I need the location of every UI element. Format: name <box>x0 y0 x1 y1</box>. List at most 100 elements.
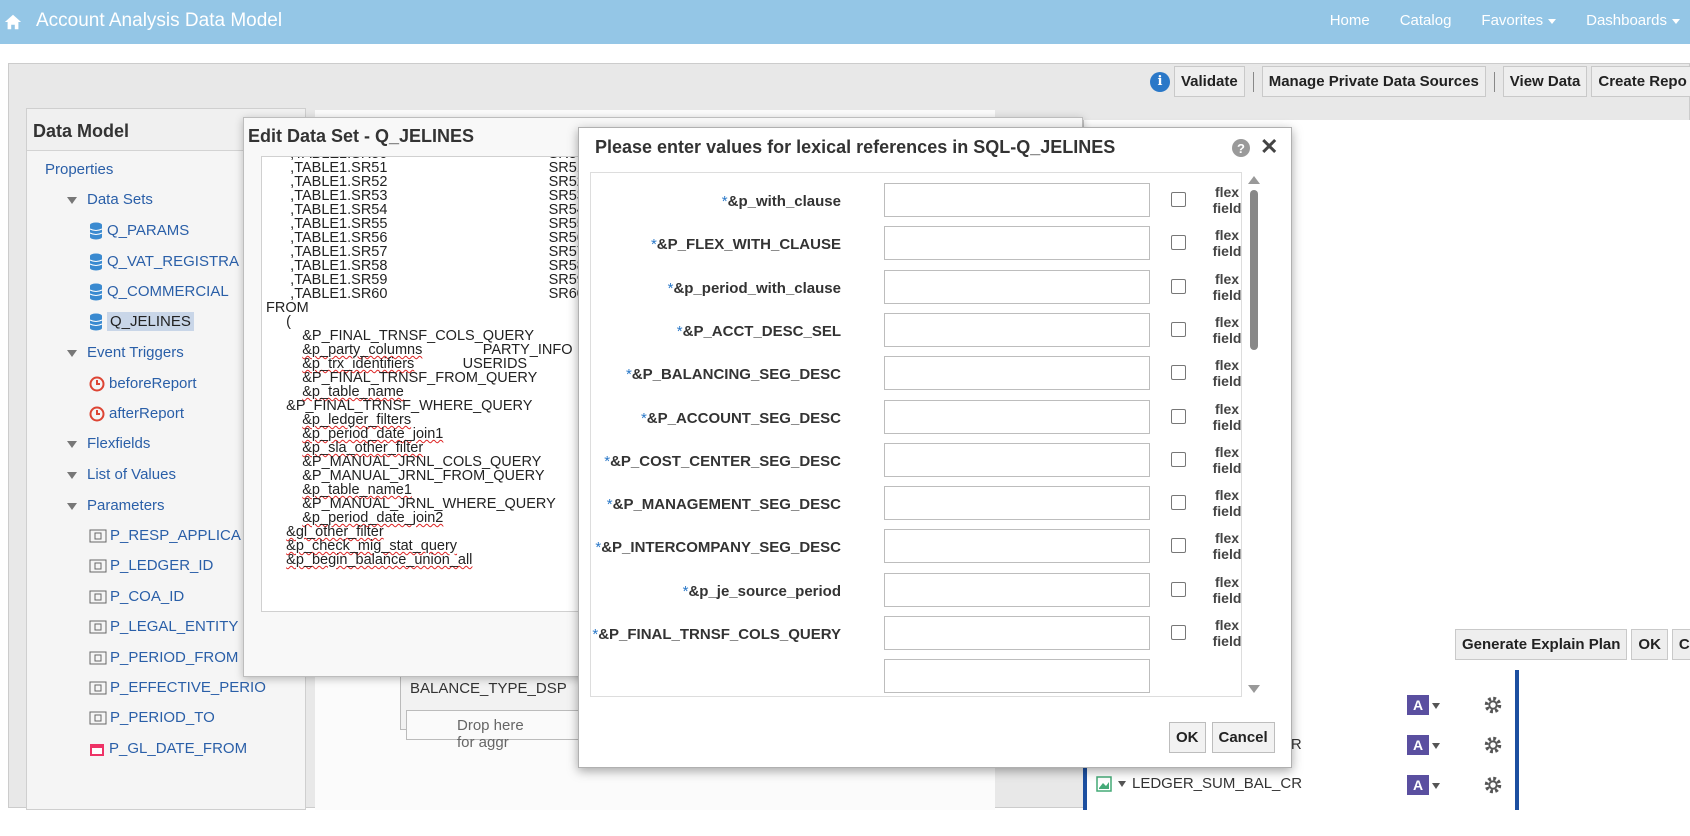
tree-parameter-item[interactable]: P_GL_DATE_FROM <box>89 740 247 757</box>
validate-button[interactable]: Validate <box>1174 66 1245 97</box>
flex-field-label: flex field <box>1212 357 1242 390</box>
lexical-value-input[interactable] <box>884 572 1150 607</box>
dataset-label: Q_COMMERCIAL <box>107 283 229 300</box>
tree-event-triggers[interactable]: Event Triggers <box>67 344 184 361</box>
generate-explain-plan-button[interactable]: Generate Explain Plan <box>1455 629 1628 660</box>
flex-field-checkbox[interactable] <box>1171 625 1186 640</box>
top-nav: Home Catalog Favorites Dashboards <box>1330 12 1680 29</box>
lexical-value-input[interactable] <box>884 183 1150 217</box>
flex-field-checkbox[interactable] <box>1171 278 1186 294</box>
flex-field-checkbox[interactable] <box>1171 538 1186 554</box>
tree-trigger-item[interactable]: beforeReport <box>89 375 197 392</box>
flex-field-checkbox[interactable] <box>1171 321 1186 337</box>
flex-field-checkbox[interactable] <box>1171 235 1186 251</box>
flex-field-checkbox[interactable] <box>1171 408 1186 424</box>
tree-dataset-item[interactable]: Q_VAT_REGISTRA <box>89 253 239 271</box>
trigger-icon <box>89 376 105 392</box>
lexical-value-input[interactable] <box>884 399 1150 434</box>
lexical-value-input[interactable] <box>884 529 1150 564</box>
collapse-triangle-icon[interactable] <box>67 440 77 448</box>
gear-icon[interactable] <box>1482 694 1504 716</box>
lexical-value-input[interactable] <box>884 616 1150 650</box>
nav-home[interactable]: Home <box>1330 12 1370 29</box>
tree-parameter-item[interactable]: P_LEGAL_ENTITY <box>89 618 238 635</box>
lexical-label-text: &P_FLEX_WITH_CLAUSE <box>656 236 841 254</box>
flex-field-label: flex field <box>1212 617 1242 649</box>
create-report-button[interactable]: Create Repo <box>1591 66 1690 97</box>
tree-parameter-item[interactable]: P_EFFECTIVE_PERIO <box>89 679 266 696</box>
flex-field-label: flex field <box>1212 530 1242 563</box>
collapse-triangle-icon[interactable] <box>67 196 77 204</box>
lexical-label: *&P_INTERCOMPANY_SEG_DESC <box>595 539 841 556</box>
flex-field-checkbox[interactable] <box>1171 192 1186 207</box>
scrollbar[interactable] <box>1247 172 1261 697</box>
collapse-triangle-icon[interactable] <box>67 349 77 357</box>
chevron-down-icon[interactable] <box>1432 783 1440 789</box>
collapse-triangle-icon[interactable] <box>67 502 77 510</box>
text-type-icon[interactable]: A <box>1407 695 1429 715</box>
tree-event-triggers-label: Event Triggers <box>87 344 184 361</box>
cancel-button[interactable]: C <box>1671 629 1690 660</box>
chevron-down-icon[interactable] <box>1432 703 1440 709</box>
flex-field-label: flex field <box>1212 184 1242 216</box>
lexical-row <box>591 655 1241 696</box>
flex-field-label: flex field <box>1212 487 1242 520</box>
ok-button[interactable]: OK <box>1169 722 1206 753</box>
chevron-down-icon[interactable] <box>1118 781 1126 788</box>
lexical-label: *&p_je_source_period <box>683 583 841 600</box>
nav-favorites[interactable]: Favorites <box>1481 12 1557 29</box>
tree-trigger-item[interactable]: afterReport <box>89 405 184 422</box>
tree-list-of-values[interactable]: List of Values <box>67 466 176 483</box>
column-item[interactable]: LEDGER_SUM_BAL_CR <box>1096 775 1302 792</box>
chevron-down-icon <box>1548 18 1557 24</box>
lexical-row: *&P_COST_CENTER_SEG_DESC flex field <box>591 439 1241 486</box>
lexical-value-input[interactable] <box>884 269 1150 304</box>
info-icon[interactable]: i <box>1150 71 1170 92</box>
nav-catalog[interactable]: Catalog <box>1400 12 1452 29</box>
tree-flexfields[interactable]: Flexfields <box>67 435 150 452</box>
lexical-value-input[interactable] <box>884 226 1150 261</box>
text-type-icon[interactable]: A <box>1407 735 1429 755</box>
ok-button[interactable]: OK <box>1631 629 1668 660</box>
text-type-icon[interactable]: A <box>1407 775 1429 795</box>
tree-parameter-item[interactable]: P_RESP_APPLICA <box>89 527 241 544</box>
image-icon <box>1096 776 1112 792</box>
tree-dataset-item[interactable]: Q_PARAMS <box>89 222 189 240</box>
help-icon[interactable]: ? <box>1232 139 1250 157</box>
tree-data-sets[interactable]: Data Sets <box>67 191 153 208</box>
column-label: LEDGER_SUM_BAL_CR <box>1132 775 1303 792</box>
tree-parameter-item[interactable]: P_LEDGER_ID <box>89 557 213 574</box>
collapse-triangle-icon[interactable] <box>67 471 77 479</box>
flex-field-checkbox[interactable] <box>1171 581 1186 597</box>
flex-field-label: flex field <box>1212 400 1242 433</box>
separator <box>1493 71 1495 92</box>
database-icon <box>89 222 103 240</box>
home-icon[interactable] <box>4 13 22 31</box>
chevron-down-icon[interactable] <box>1432 743 1440 749</box>
gear-icon[interactable] <box>1482 774 1504 796</box>
nav-dashboards[interactable]: Dashboards <box>1586 12 1680 29</box>
tree-dataset-item-selected[interactable]: Q_JELINES <box>89 312 194 331</box>
view-data-button[interactable]: View Data <box>1502 66 1588 97</box>
lexical-value-input[interactable] <box>884 486 1150 521</box>
tree-parameters[interactable]: Parameters <box>67 497 165 514</box>
tree-parameter-item[interactable]: P_COA_ID <box>89 588 184 605</box>
flex-field-checkbox[interactable] <box>1171 495 1186 511</box>
lexical-value-input[interactable] <box>884 659 1150 694</box>
lexical-value-input[interactable] <box>884 312 1150 347</box>
lexical-value-input[interactable] <box>884 356 1150 391</box>
tree-properties[interactable]: Properties <box>45 161 113 178</box>
separator <box>1252 71 1254 92</box>
cancel-button[interactable]: Cancel <box>1211 722 1275 753</box>
close-icon[interactable]: ✕ <box>1260 136 1278 158</box>
tree-parameter-item[interactable]: P_PERIOD_TO <box>89 709 215 726</box>
drop-zone[interactable]: Drop here for aggr <box>406 710 596 751</box>
flex-field-checkbox[interactable] <box>1171 365 1186 381</box>
tree-parameter-item[interactable]: P_PERIOD_FROM <box>89 649 238 666</box>
manage-private-data-sources-button[interactable]: Manage Private Data Sources <box>1261 66 1486 97</box>
gear-icon[interactable] <box>1482 734 1504 756</box>
tree-dataset-item[interactable]: Q_COMMERCIAL <box>89 283 229 301</box>
flex-field-checkbox[interactable] <box>1171 451 1186 467</box>
lexical-value-input[interactable] <box>884 442 1150 477</box>
sql-line: &p_begin_balance_union_all <box>286 552 473 568</box>
